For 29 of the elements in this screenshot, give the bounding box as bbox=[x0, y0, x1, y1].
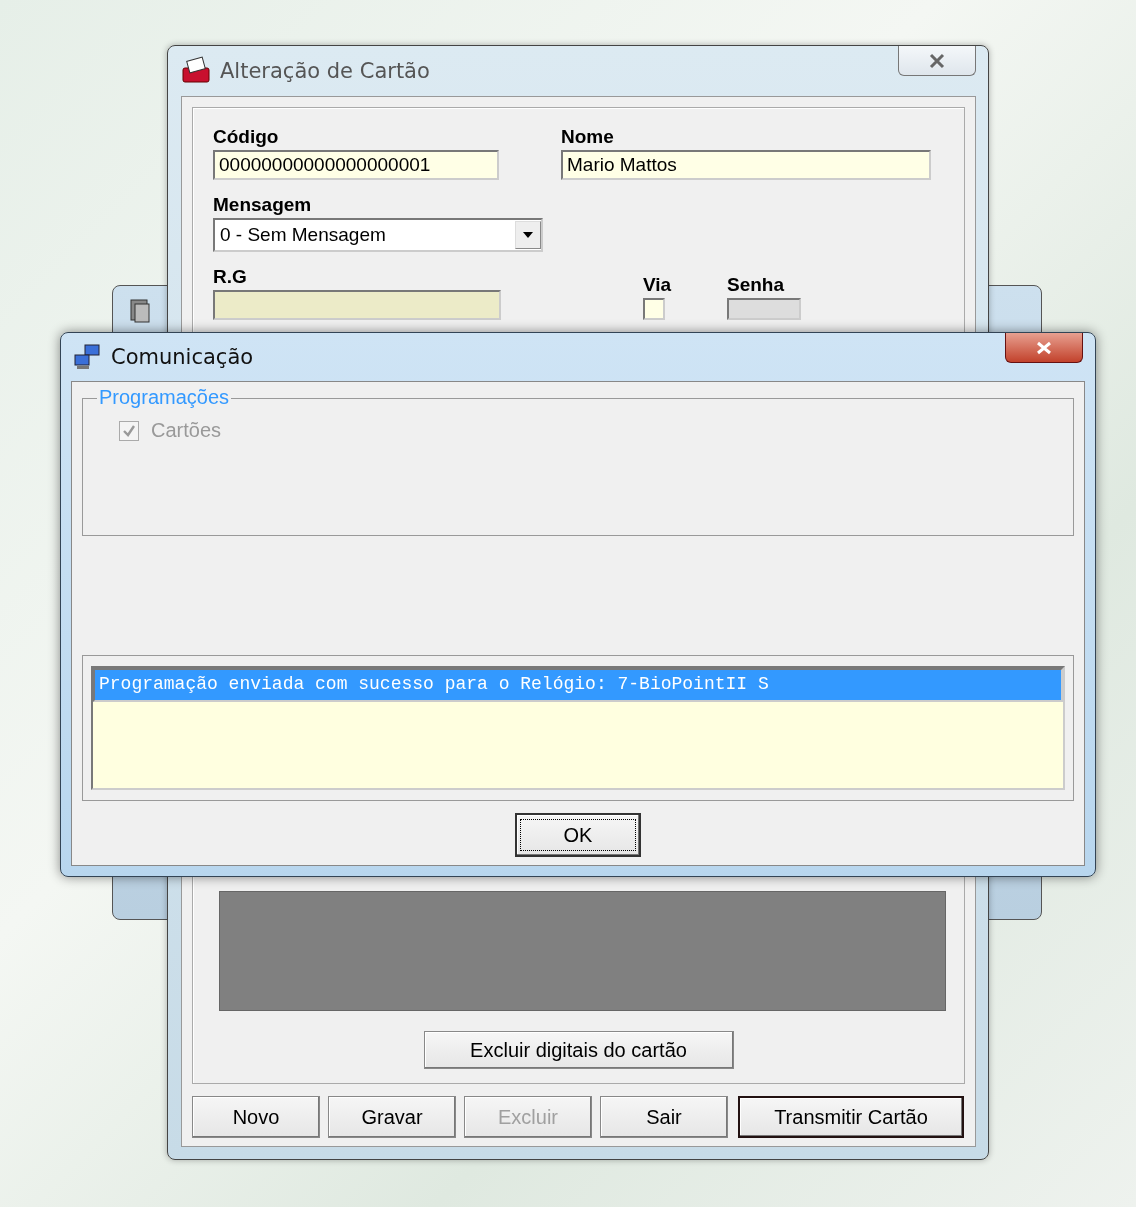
text-field[interactable] bbox=[643, 298, 665, 320]
group-title: Programações bbox=[97, 386, 232, 409]
text-field[interactable] bbox=[213, 290, 501, 320]
text-field[interactable]: 00000000000000000001 bbox=[213, 150, 499, 180]
dropdown[interactable]: 0 - Sem Mensagem bbox=[213, 218, 543, 252]
delete-fingerprints-button[interactable]: Excluir digitais do cartão bbox=[423, 1031, 734, 1069]
close-icon bbox=[1035, 340, 1053, 355]
ok-button[interactable]: OK bbox=[515, 813, 641, 857]
field-label: Código bbox=[213, 126, 280, 148]
text-field[interactable]: Mario Mattos bbox=[561, 150, 931, 180]
checkbox-label: Cartões bbox=[151, 419, 222, 442]
action-button[interactable]: Sair bbox=[600, 1096, 728, 1138]
field-label: Senha bbox=[727, 274, 786, 296]
window-title: Alteração de Cartão bbox=[220, 59, 430, 83]
close-icon bbox=[927, 52, 947, 69]
close-button[interactable] bbox=[1005, 333, 1083, 363]
password-field[interactable] bbox=[727, 298, 801, 320]
dialog-title: Comunicação bbox=[111, 345, 254, 369]
caret-icon bbox=[523, 232, 533, 238]
action-button[interactable]: Transmitir Cartão bbox=[738, 1096, 964, 1138]
network-computers-icon bbox=[73, 343, 103, 371]
close-button[interactable] bbox=[898, 46, 976, 76]
field-label: Nome bbox=[561, 126, 615, 148]
action-button[interactable]: Novo bbox=[192, 1096, 320, 1138]
card-printer-icon bbox=[180, 56, 212, 86]
action-button[interactable]: Gravar bbox=[328, 1096, 456, 1138]
field-label: Mensagem bbox=[213, 194, 313, 216]
field-label: R.G bbox=[213, 266, 248, 288]
field-label: Via bbox=[643, 274, 673, 296]
